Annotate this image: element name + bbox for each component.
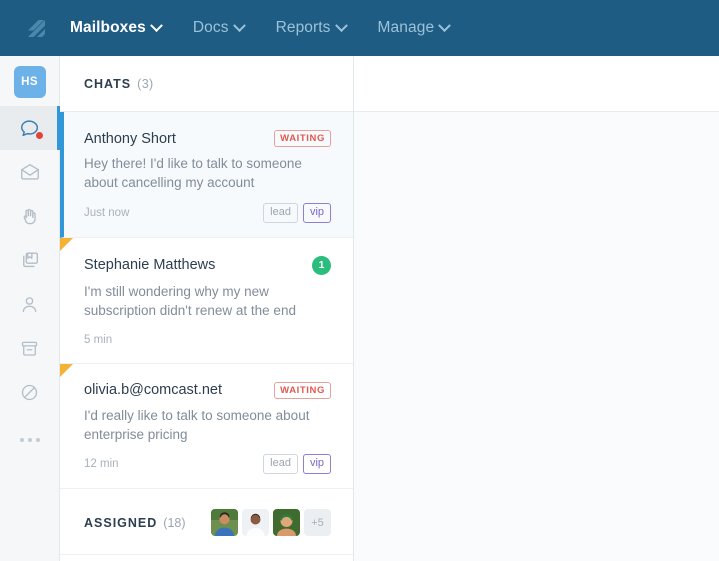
chat-item-name: Stephanie Matthews — [84, 257, 216, 274]
app-root: Mailboxes Docs Reports Manage HS CHATS (… — [0, 0, 719, 561]
chat-item-preview: Hey there! I'd like to talk to someone a… — [84, 156, 302, 191]
avatar[interactable] — [242, 509, 269, 537]
rail-item-archive[interactable] — [0, 326, 60, 370]
chat-list-item[interactable]: Anthony Short WAITING Hey there! I'd lik… — [60, 112, 353, 238]
avatar[interactable] — [211, 509, 238, 537]
chat-item-timestamp: 12 min — [84, 458, 119, 471]
chat-list-filler — [60, 555, 353, 561]
chat-item-name: Anthony Short — [84, 130, 176, 147]
chat-list: Anthony Short WAITING Hey there! I'd lik… — [60, 112, 353, 490]
chat-list-column: CHATS (3) Anthony Short WAITING Hey ther… — [60, 56, 354, 561]
tag-vip[interactable]: vip — [302, 454, 331, 475]
rail-item-customers[interactable] — [0, 282, 60, 326]
assigned-count: (18) — [163, 515, 186, 530]
chat-item-tags: lead vip — [263, 454, 331, 475]
conversation-panel-header — [354, 56, 719, 112]
hand-icon — [19, 206, 40, 227]
user-avatar[interactable]: HS — [13, 66, 46, 98]
conversation-panel-body — [354, 112, 719, 561]
chevron-down-icon — [334, 18, 348, 32]
flag-corner-icon — [60, 237, 73, 251]
nav-item-manage-label: Manage — [377, 19, 435, 36]
tag-lead[interactable]: lead — [263, 202, 298, 223]
more-options-icon — [19, 438, 40, 442]
chat-list-header: CHATS (3) — [60, 56, 353, 112]
chat-list-item[interactable]: Stephanie Matthews 1 I'm still wondering… — [60, 237, 353, 364]
nav-item-manage[interactable]: Manage — [377, 18, 452, 37]
nav-item-mailboxes-label: Mailboxes — [70, 19, 146, 36]
chat-item-tags: lead vip — [263, 202, 331, 223]
avatar[interactable] — [273, 509, 300, 537]
person-icon — [19, 294, 40, 315]
chat-list-item[interactable]: olivia.b@comcast.net WAITING I'd really … — [60, 363, 353, 490]
help-scout-logo[interactable] — [16, 8, 56, 48]
rail-item-chats[interactable] — [0, 106, 60, 150]
tag-vip[interactable]: vip — [302, 202, 331, 223]
nav-item-reports[interactable]: Reports — [275, 18, 348, 37]
nav-item-reports-label: Reports — [275, 19, 331, 36]
rail-item-inbox[interactable] — [0, 150, 60, 194]
user-avatar-initials: HS — [21, 76, 38, 88]
chevron-down-icon — [232, 18, 246, 32]
nav-item-mailboxes[interactable]: Mailboxes — [70, 18, 163, 37]
chat-item-timestamp: Just now — [84, 206, 130, 219]
chat-item-timestamp: 5 min — [84, 333, 113, 346]
top-navigation-bar: Mailboxes Docs Reports Manage — [0, 0, 719, 56]
chat-item-footer: 5 min — [84, 331, 331, 349]
chat-item-name: olivia.b@comcast.net — [84, 382, 223, 399]
chat-list-title: CHATS — [84, 76, 132, 91]
nav-item-docs-label: Docs — [192, 19, 229, 36]
tag-lead[interactable]: lead — [263, 454, 298, 475]
avatar-overflow-count[interactable]: +5 — [304, 509, 331, 537]
chat-item-preview: I'm still wondering why my new subscript… — [84, 283, 296, 319]
status-badge: WAITING — [274, 381, 331, 399]
envelope-icon — [19, 161, 41, 183]
assigned-section[interactable]: ASSIGNED (18) +5 — [60, 489, 353, 556]
no-entry-icon — [19, 382, 40, 403]
rail-item-folders[interactable] — [0, 238, 60, 282]
main-body: HS CHATS (3) Anthony Short WAITING Hey t… — [0, 56, 719, 561]
nav-item-docs[interactable]: Docs — [192, 18, 246, 37]
status-badge: WAITING — [274, 130, 331, 147]
folders-icon — [19, 249, 41, 271]
rail-item-unassigned[interactable] — [0, 194, 60, 238]
chevron-down-icon — [438, 18, 452, 32]
chat-item-preview: I'd really like to talk to someone about… — [84, 407, 310, 443]
assigned-title: ASSIGNED — [84, 515, 158, 530]
rail-item-more[interactable] — [0, 418, 60, 462]
archive-icon — [19, 338, 40, 359]
unread-count-badge: 1 — [312, 255, 331, 275]
chat-item-header: Anthony Short WAITING — [84, 130, 331, 147]
assigned-avatar-group: +5 — [211, 509, 331, 537]
flag-corner-icon — [60, 363, 73, 377]
conversation-panel — [354, 56, 719, 561]
assigned-label-group: ASSIGNED (18) — [84, 516, 186, 530]
chat-item-footer: 12 min lead vip — [84, 454, 331, 475]
chat-item-footer: Just now lead vip — [84, 202, 331, 223]
rail-item-spam[interactable] — [0, 370, 60, 414]
left-icon-rail: HS — [0, 56, 60, 561]
chevron-down-icon — [149, 18, 163, 32]
notification-dot — [35, 132, 43, 139]
chat-list-count: (3) — [137, 76, 154, 91]
main-menu: Mailboxes Docs Reports Manage — [70, 18, 481, 37]
chat-item-header: olivia.b@comcast.net WAITING — [84, 381, 331, 399]
chat-item-header: Stephanie Matthews 1 — [84, 255, 331, 275]
